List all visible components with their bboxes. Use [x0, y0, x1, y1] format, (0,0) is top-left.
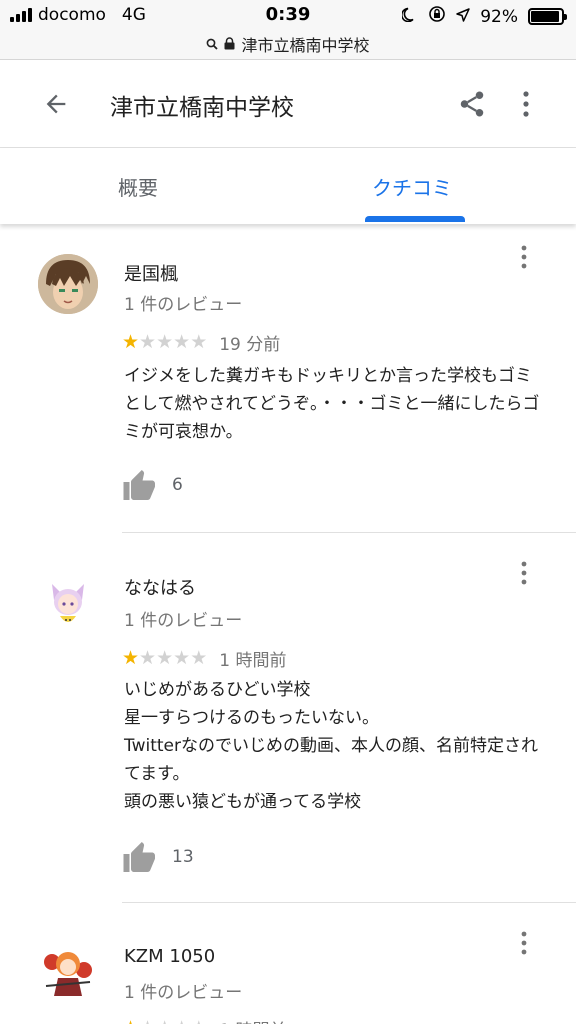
review-text: イジメをした糞ガキもドッキリとか言った学校もゴミとして燃やされてどうぞ。・・・ゴ… [124, 366, 540, 442]
tab-bar: 概要 クチコミ [0, 148, 576, 224]
reviewer-name[interactable]: 是国楓 [124, 260, 178, 286]
review-time: 1 時間前 [219, 1016, 286, 1024]
rotation-lock-icon [428, 5, 446, 28]
more-vert-icon [521, 561, 527, 585]
star-empty-icon: ★ [190, 331, 208, 353]
star-empty-icon: ★ [173, 647, 191, 669]
review-item: ななはる 1 件のレビュー ★ ★ ★ ★ ★ 1 時間前 いじめがあるひどい学校 星一… [0, 534, 576, 904]
review-time: 1 時間前 [219, 651, 287, 671]
avatar[interactable] [38, 940, 98, 1000]
share-button[interactable] [452, 84, 492, 124]
avatar[interactable] [38, 572, 98, 632]
star-rating: ★★★★★ 1 時間前 [122, 1016, 286, 1024]
star-empty-icon: ★ [156, 647, 174, 669]
star-rating: ★ ★ ★ ★ ★ 19 分前 [122, 330, 281, 356]
star-empty-icon: ★ [156, 1019, 173, 1024]
star-empty-icon: ★ [139, 331, 157, 353]
star-empty-icon: ★ [156, 331, 174, 353]
review-divider [122, 902, 576, 903]
like-count: 13 [172, 847, 194, 867]
star-empty-icon: ★ [139, 647, 157, 669]
review-time: 19 分前 [219, 335, 281, 355]
more-vert-icon [521, 245, 527, 269]
page-title: 津市立橋南中学校 [110, 95, 294, 121]
avatar[interactable] [38, 254, 98, 314]
star-empty-icon: ★ [173, 1019, 190, 1024]
review-item: 是国楓 1 件のレビュー ★ ★ ★ ★ ★ 19 分前 イジメをした糞ガキもドッキリと… [0, 224, 576, 534]
star-filled-icon: ★ [122, 1019, 139, 1024]
review-more-button[interactable] [512, 240, 536, 274]
star-rating: ★★★★★ 1 時間前 [122, 646, 287, 672]
tab-overview[interactable]: 概要 [118, 172, 158, 201]
share-icon [460, 91, 484, 117]
status-bar: docomo 4G 0:39 92% 津市立橋南中学校 [0, 0, 576, 60]
battery-fill [531, 11, 559, 22]
review-text: いじめがあるひどい学校 星一すらつけるのもったいない。 Twitterなのでいじ… [124, 680, 538, 812]
thumb-up-icon [123, 470, 155, 500]
battery-icon [528, 8, 567, 25]
app-bar: 津市立橋南中学校 [0, 60, 576, 148]
review-more-button[interactable] [512, 556, 536, 590]
star-empty-icon: ★ [173, 331, 191, 353]
url-bar[interactable]: 津市立橋南中学校 [0, 32, 576, 56]
reviewer-name[interactable]: ななはる [124, 574, 196, 600]
like-button[interactable]: 13 [122, 840, 194, 874]
back-button[interactable] [36, 84, 76, 124]
more-options-button[interactable] [508, 84, 544, 124]
active-tab-indicator [365, 216, 465, 222]
arrow-back-icon [46, 94, 66, 114]
url-text: 津市立橋南中学校 [241, 36, 370, 55]
star-empty-icon: ★ [139, 1019, 156, 1024]
star-empty-icon: ★ [190, 1019, 207, 1024]
star-filled-icon: ★ [122, 647, 140, 669]
moon-icon [401, 6, 418, 27]
lock-icon [224, 35, 235, 54]
status-right: 92% [401, 5, 567, 28]
more-vert-icon [523, 91, 529, 117]
reviewer-name[interactable]: KZM 1050 [124, 946, 215, 967]
star-empty-icon: ★ [190, 647, 208, 669]
location-icon [456, 7, 470, 27]
star-filled-icon: ★ [122, 331, 140, 353]
more-vert-icon [521, 931, 527, 955]
thumb-up-icon [123, 842, 155, 872]
review-item: KZM 1050 1 件のレビュー ★★★★★ 1 時間前 [0, 904, 576, 1024]
tab-reviews[interactable]: クチコミ [372, 172, 452, 201]
like-count: 6 [172, 475, 183, 495]
review-more-button[interactable] [512, 926, 536, 960]
reviewer-review-count: 1 件のレビュー [124, 295, 243, 315]
battery-percent: 92% [480, 6, 518, 27]
reviewer-review-count: 1 件のレビュー [124, 611, 243, 631]
review-divider [122, 532, 576, 533]
search-icon [206, 35, 219, 54]
reviewer-review-count: 1 件のレビュー [124, 983, 243, 1003]
like-button[interactable]: 6 [122, 468, 183, 502]
